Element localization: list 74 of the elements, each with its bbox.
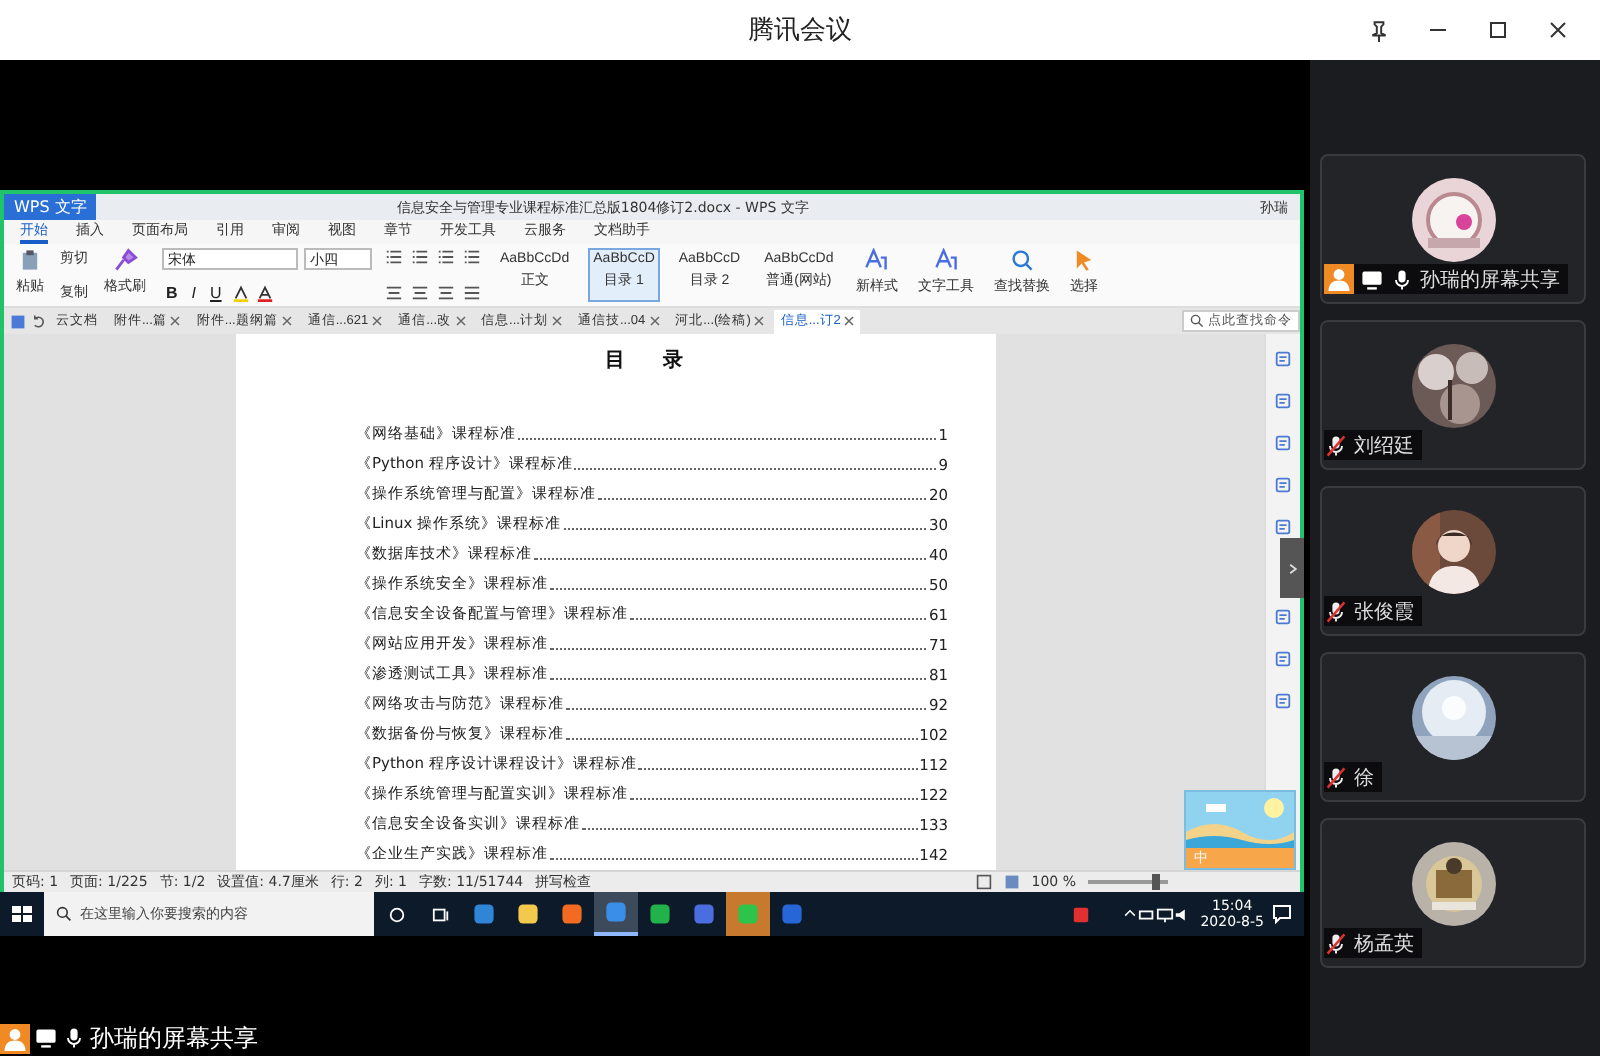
- close-icon[interactable]: [170, 316, 181, 326]
- participant-name: 刘绍廷: [1354, 433, 1414, 459]
- maximize-icon: [1488, 20, 1508, 40]
- participant-card[interactable]: 张俊霞: [1320, 486, 1586, 636]
- tool-icon[interactable]: [1274, 350, 1292, 368]
- chevron-right-icon: [1285, 559, 1299, 577]
- app-icon: [604, 900, 628, 924]
- circle-icon: [387, 905, 405, 923]
- close-icon: [1548, 20, 1568, 40]
- participant-name: 孙瑞的屏幕共享: [1420, 267, 1560, 293]
- list-icon[interactable]: [410, 248, 430, 266]
- app-icon: [560, 902, 584, 926]
- align-icon[interactable]: [410, 284, 430, 302]
- app-icon: [692, 902, 716, 926]
- screen-share-icon: [1360, 267, 1384, 291]
- close-icon[interactable]: [649, 316, 660, 326]
- list-icon[interactable]: [436, 248, 456, 266]
- tool-icon[interactable]: [1274, 692, 1292, 710]
- battery-icon[interactable]: [1138, 905, 1157, 923]
- tool-icon[interactable]: [1274, 518, 1292, 536]
- close-icon[interactable]: [551, 316, 562, 326]
- format-button[interactable]: I: [187, 284, 201, 302]
- toc-heading: 目 录: [602, 347, 702, 374]
- window-title: 腾讯会议: [748, 14, 852, 48]
- format-button[interactable]: U: [206, 284, 226, 302]
- close-icon[interactable]: [754, 316, 765, 326]
- close-icon[interactable]: [281, 316, 292, 326]
- text-tool-icon: [933, 248, 958, 272]
- search-icon: [1190, 314, 1204, 328]
- windows-icon: [12, 904, 32, 924]
- align-icon[interactable]: [462, 284, 482, 302]
- tool-icon[interactable]: [1274, 650, 1292, 668]
- tool-icon[interactable]: [1274, 476, 1292, 494]
- pin-icon: [1367, 19, 1389, 41]
- screen-share-label: 孙瑞的屏幕共享: [90, 1021, 258, 1055]
- search-icon: [56, 906, 72, 922]
- app-icon: [648, 902, 672, 926]
- task-view-icon: [431, 905, 449, 923]
- tool-icon[interactable]: [1274, 608, 1292, 626]
- highlight-icon[interactable]: [231, 284, 250, 302]
- caret-icon[interactable]: [1122, 906, 1139, 922]
- clipboard-icon: [18, 248, 42, 272]
- align-icon[interactable]: [384, 284, 404, 302]
- list-icon[interactable]: [462, 248, 482, 266]
- tool-icon[interactable]: [1274, 392, 1292, 410]
- align-icon[interactable]: [436, 284, 456, 302]
- app-icon: [472, 902, 496, 926]
- participant-name: 杨孟英: [1354, 931, 1414, 957]
- undo-icon[interactable]: [30, 313, 46, 329]
- tool-icon[interactable]: [1274, 434, 1292, 452]
- user-icon: [1324, 264, 1354, 294]
- app-icon: [780, 902, 804, 926]
- notification-icon[interactable]: [1272, 904, 1292, 924]
- app-icon: [516, 902, 540, 926]
- find-icon: [1009, 248, 1034, 272]
- format-button[interactable]: B: [162, 284, 182, 302]
- close-icon[interactable]: [844, 316, 855, 326]
- participant-card[interactable]: 杨孟英: [1320, 818, 1586, 968]
- close-icon[interactable]: [455, 316, 466, 326]
- zoom-thumb[interactable]: [1152, 874, 1160, 890]
- participant-card[interactable]: 徐: [1320, 652, 1586, 802]
- participant-card[interactable]: 刘绍廷: [1320, 320, 1586, 470]
- cursor-icon: [1071, 248, 1096, 272]
- participant-name: 徐: [1354, 765, 1374, 791]
- font-color-icon[interactable]: [255, 284, 274, 302]
- app-tab[interactable]: WPS 文字: [4, 194, 97, 220]
- close-icon[interactable]: [372, 316, 383, 326]
- network-icon[interactable]: [1156, 905, 1175, 923]
- participant-name: 张俊霞: [1354, 599, 1414, 625]
- app-icon: [736, 902, 760, 926]
- participant-card[interactable]: 孙瑞的屏幕共享: [1320, 154, 1586, 304]
- list-icon[interactable]: [384, 248, 404, 266]
- style-icon: [864, 248, 889, 272]
- brush-icon: [113, 248, 137, 272]
